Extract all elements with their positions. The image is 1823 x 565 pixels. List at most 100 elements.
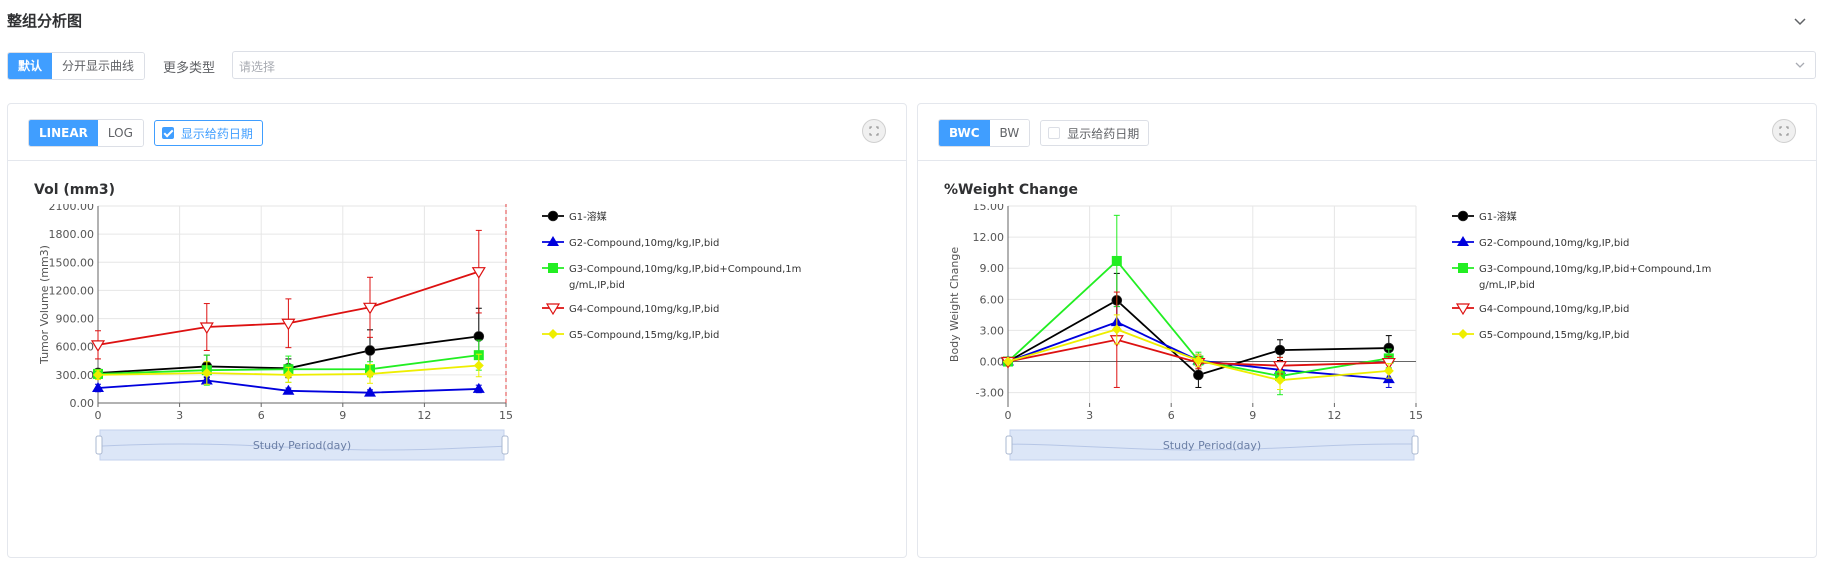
mode-split-button[interactable]: 分开显示曲线 bbox=[52, 53, 145, 79]
data-point bbox=[1111, 255, 1122, 266]
legend-label: G4-Compound,10mg/kg,IP,bid bbox=[1479, 304, 1629, 315]
y-tick-label: 0.00 bbox=[980, 356, 1005, 369]
y-tick-label: 1200.00 bbox=[49, 284, 95, 297]
chart-title: %Weight Change bbox=[944, 182, 1078, 198]
x-tick-label: 15 bbox=[499, 409, 513, 422]
legend-item-G4: G4-Compound,10mg/kg,IP,bid bbox=[542, 303, 719, 316]
display-mode-switch: 默认 分开显示曲线 bbox=[7, 52, 146, 80]
legend-marker bbox=[547, 210, 559, 222]
mode-bw-button[interactable]: BW bbox=[989, 120, 1030, 146]
show-dosing-checkbox[interactable]: 显示给药日期 bbox=[1040, 120, 1150, 146]
legend-marker bbox=[1458, 329, 1468, 339]
show-dosing-label: 显示给药日期 bbox=[1067, 126, 1140, 141]
x-tick-label: 6 bbox=[258, 409, 265, 422]
y-tick-label: 600.00 bbox=[56, 341, 95, 354]
legend-label: G5-Compound,15mg/kg,IP,bid bbox=[569, 330, 719, 341]
legend-label: G5-Compound,15mg/kg,IP,bid bbox=[1479, 330, 1629, 341]
legend-item-G5: G5-Compound,15mg/kg,IP,bid bbox=[1452, 329, 1629, 341]
weight-change-panel: BWC BW 显示给药日期 %Weight Change -3.00 0.00 3.… bbox=[917, 103, 1817, 558]
x-tick-label: 9 bbox=[339, 409, 346, 422]
select-placeholder: 请选择 bbox=[239, 60, 276, 74]
fullscreen-button[interactable] bbox=[862, 119, 886, 143]
y-tick-label: 1800.00 bbox=[49, 228, 95, 241]
data-point bbox=[473, 360, 484, 371]
legend-label: G3-Compound,10mg/kg,IP,bid+Compound,1m bbox=[569, 264, 801, 275]
x-tick-label: 12 bbox=[417, 409, 431, 422]
checkbox-unchecked-icon bbox=[1048, 127, 1061, 139]
mode-default-button[interactable]: 默认 bbox=[8, 53, 53, 79]
legend-item-G4: G4-Compound,10mg/kg,IP,bid bbox=[1452, 303, 1629, 316]
y-axis-title: Body Weight Change bbox=[948, 247, 961, 362]
legend-item-G5: G5-Compound,15mg/kg,IP,bid bbox=[542, 329, 719, 341]
scale-switch: LINEAR LOG bbox=[28, 119, 144, 147]
tumor-volume-chart: 0.00 300.00 600.00 900.00 1200.00 1500.00 1800… bbox=[38, 204, 801, 461]
weight-change-chart: -3.00 0.00 3.00 6.00 9.00 12.00 15.00 0 3 6 9 12 15 B… bbox=[948, 204, 1711, 461]
view-toolbar: 默认 分开显示曲线 更多类型 bbox=[7, 51, 215, 81]
legend-label: g/mL,IP,bid bbox=[569, 280, 625, 291]
legend-item-G1: G1-溶媒 bbox=[542, 210, 607, 223]
x-tick-label: 3 bbox=[1086, 409, 1093, 422]
y-tick-label: 300.00 bbox=[56, 369, 95, 382]
data-point bbox=[1274, 344, 1286, 356]
chevron-down-icon[interactable] bbox=[1791, 12, 1809, 30]
legend-item-G3: G3-Compound,10mg/kg,IP,bid+Compound,1m g/… bbox=[542, 263, 801, 291]
tumor-volume-panel: LINEAR LOG 显示给药日期 Vol (mm3) 0.00 300.00 60… bbox=[7, 103, 907, 558]
legend: G1-溶媒 G2-Compound,10mg/kg,IP,bid G3-Compou… bbox=[1452, 210, 1711, 341]
more-types-select[interactable]: 请选择 bbox=[232, 51, 1816, 79]
data-point bbox=[472, 382, 485, 393]
zoom-slider: Study Period(day) bbox=[95, 429, 509, 461]
scale-log-button[interactable]: LOG bbox=[97, 120, 143, 146]
fullscreen-icon bbox=[1779, 126, 1789, 136]
grid: -3.00 0.00 3.00 6.00 9.00 12.00 15.00 0 3 6 9 12 15 bbox=[973, 204, 1424, 422]
slider-handle-left bbox=[1005, 435, 1013, 455]
x-tick-label: 9 bbox=[1249, 409, 1256, 422]
y-tick-label: -3.00 bbox=[976, 387, 1004, 400]
more-types-label: 更多类型 bbox=[163, 60, 216, 76]
legend-marker bbox=[548, 329, 558, 339]
y-tick-label: 3.00 bbox=[980, 324, 1005, 337]
mode-bwc-button[interactable]: BWC bbox=[939, 120, 990, 146]
legend-marker bbox=[547, 236, 559, 246]
legend-marker bbox=[1458, 263, 1468, 273]
chart-title: Vol (mm3) bbox=[34, 182, 116, 198]
chevron-down-icon bbox=[1795, 62, 1805, 68]
y-tick-label: 15.00 bbox=[973, 204, 1005, 213]
x-tick-label: 6 bbox=[1168, 409, 1175, 422]
panel-toolbar: BWC BW 显示给药日期 bbox=[918, 104, 1816, 161]
legend-label: G3-Compound,10mg/kg,IP,bid+Compound,1m bbox=[1479, 264, 1711, 275]
scale-linear-button[interactable]: LINEAR bbox=[29, 120, 98, 146]
panel-toolbar: LINEAR LOG 显示给药日期 bbox=[8, 104, 906, 161]
y-tick-label: 1500.00 bbox=[49, 256, 95, 269]
y-tick-label: 9.00 bbox=[980, 262, 1005, 275]
legend-label: G2-Compound,10mg/kg,IP,bid bbox=[569, 238, 719, 249]
legend-marker bbox=[548, 263, 558, 273]
legend-item-G2: G2-Compound,10mg/kg,IP,bid bbox=[1452, 236, 1629, 249]
legend-label: G1-溶媒 bbox=[1479, 210, 1517, 223]
legend-label: G1-溶媒 bbox=[569, 210, 607, 223]
x-axis-title: Study Period(day) bbox=[253, 439, 351, 452]
legend-marker bbox=[545, 303, 561, 316]
legend-label: G4-Compound,10mg/kg,IP,bid bbox=[569, 304, 719, 315]
x-axis-title: Study Period(day) bbox=[1163, 439, 1261, 452]
y-tick-label: 2100.00 bbox=[49, 204, 95, 213]
checkbox-checked-icon bbox=[161, 127, 174, 139]
y-axis-title: Tumor Volume (mm3) bbox=[38, 245, 51, 365]
weight-mode-switch: BWC BW bbox=[938, 119, 1031, 147]
y-tick-label: 900.00 bbox=[56, 313, 95, 326]
data-point bbox=[364, 345, 376, 356]
slider-handle-right bbox=[1411, 435, 1419, 455]
zoom-slider: Study Period(day) bbox=[1005, 429, 1419, 461]
slider-handle-left bbox=[95, 435, 103, 455]
show-dosing-checkbox[interactable]: 显示给药日期 bbox=[153, 120, 263, 146]
x-tick-label: 0 bbox=[95, 409, 102, 422]
x-tick-label: 3 bbox=[176, 409, 183, 422]
y-tick-label: 12.00 bbox=[973, 231, 1005, 244]
legend-marker bbox=[1457, 236, 1469, 246]
fullscreen-icon bbox=[869, 126, 879, 136]
legend-label: G2-Compound,10mg/kg,IP,bid bbox=[1479, 238, 1629, 249]
fullscreen-button[interactable] bbox=[1772, 119, 1796, 143]
data-point bbox=[1383, 365, 1394, 376]
section-title: 整组分析图 bbox=[7, 12, 83, 30]
x-tick-label: 12 bbox=[1327, 409, 1341, 422]
show-dosing-label: 显示给药日期 bbox=[180, 126, 253, 141]
